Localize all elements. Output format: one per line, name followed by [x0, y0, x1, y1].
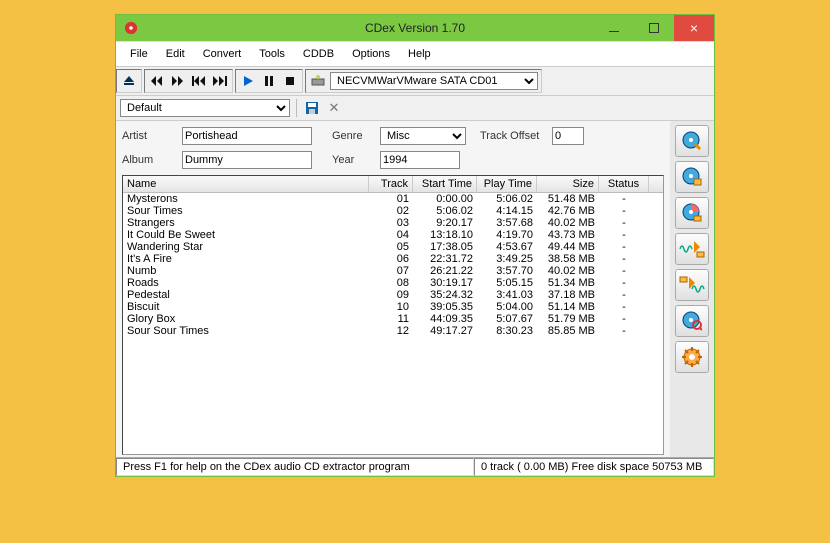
skip-forward-button[interactable] [211, 72, 229, 90]
track-row[interactable]: Sour Times025:06.024:14.1542.76 MB- [123, 205, 663, 217]
fast-forward-button[interactable] [169, 72, 187, 90]
rewind-button[interactable] [148, 72, 166, 90]
track-row[interactable]: Wandering Star0517:38.054:53.6749.44 MB- [123, 241, 663, 253]
close-button[interactable]: × [674, 15, 714, 41]
settings-button[interactable] [675, 341, 709, 373]
artist-field[interactable] [182, 127, 312, 145]
track-row[interactable]: Mysterons010:00.005:06.0251.48 MB- [123, 193, 663, 205]
convert-mp3-wav-button[interactable] [675, 269, 709, 301]
stop-button[interactable] [281, 72, 299, 90]
col-start[interactable]: Start Time [413, 176, 477, 192]
status-info: 0 track ( 0.00 MB) Free disk space 50753… [474, 458, 714, 476]
offset-field[interactable] [552, 127, 584, 145]
track-row[interactable]: Biscuit1039:05.355:04.0051.14 MB- [123, 301, 663, 313]
offset-label: Track Offset [480, 130, 552, 142]
year-field[interactable] [380, 151, 460, 169]
track-row[interactable]: Strangers039:20.173:57.6840.02 MB- [123, 217, 663, 229]
col-play[interactable]: Play Time [477, 176, 537, 192]
drive-select[interactable]: NECVMWarVMware SATA CD01 [330, 72, 538, 90]
skip-back-button[interactable] [190, 72, 208, 90]
menu-convert[interactable]: Convert [195, 46, 250, 62]
profile-select[interactable]: Default [120, 99, 290, 117]
col-track[interactable]: Track [369, 176, 413, 192]
extract-tracks-button[interactable] [675, 125, 709, 157]
configure-drive-button[interactable] [309, 72, 327, 90]
track-row[interactable]: It's A Fire0622:31.723:49.2538.58 MB- [123, 253, 663, 265]
status-help: Press F1 for help on the CDex audio CD e… [116, 458, 474, 476]
artist-label: Artist [122, 130, 182, 142]
content-panel: Artist Genre Misc Track Offset Album Yea… [116, 121, 670, 457]
extract-partial-button[interactable] [675, 197, 709, 229]
track-row[interactable]: Glory Box1144:09.355:07.6751.79 MB- [123, 313, 663, 325]
menubar: File Edit Convert Tools CDDB Options Hel… [116, 41, 714, 66]
album-field[interactable] [182, 151, 312, 169]
action-sidebar [670, 121, 714, 457]
extract-compressed-button[interactable] [675, 161, 709, 193]
menu-options[interactable]: Options [344, 46, 398, 62]
col-status[interactable]: Status [599, 176, 649, 192]
menu-cddb[interactable]: CDDB [295, 46, 342, 62]
eject-button[interactable] [120, 72, 138, 90]
track-list-header[interactable]: Name Track Start Time Play Time Size Sta… [123, 176, 663, 193]
album-label: Album [122, 154, 182, 166]
maximize-button[interactable] [634, 15, 674, 41]
menu-file[interactable]: File [122, 46, 156, 62]
titlebar: CDex Version 1.70 × [116, 15, 714, 41]
col-name[interactable]: Name [123, 176, 369, 192]
menu-tools[interactable]: Tools [251, 46, 293, 62]
save-profile-button[interactable] [303, 99, 321, 117]
col-size[interactable]: Size [537, 176, 599, 192]
pause-button[interactable] [260, 72, 278, 90]
cddb-query-button[interactable] [675, 305, 709, 337]
track-row[interactable]: Numb0726:21.223:57.7040.02 MB- [123, 265, 663, 277]
play-button[interactable] [239, 72, 257, 90]
track-row[interactable]: It Could Be Sweet0413:18.104:19.7043.73 … [123, 229, 663, 241]
genre-label: Genre [332, 130, 380, 142]
track-row[interactable]: Sour Sour Times1249:17.278:30.2385.85 MB… [123, 325, 663, 337]
profile-toolbar: Default ✕ [116, 96, 714, 121]
app-icon [124, 21, 138, 35]
minimize-button[interactable] [594, 15, 634, 41]
convert-wav-mp3-button[interactable] [675, 233, 709, 265]
track-row[interactable]: Roads0830:19.175:05.1551.34 MB- [123, 277, 663, 289]
genre-select[interactable]: Misc [380, 127, 466, 145]
menu-edit[interactable]: Edit [158, 46, 193, 62]
delete-profile-button[interactable]: ✕ [325, 99, 343, 117]
track-list[interactable]: Name Track Start Time Play Time Size Sta… [122, 175, 664, 455]
year-label: Year [332, 154, 380, 166]
app-window: CDex Version 1.70 × File Edit Convert To… [115, 14, 715, 477]
track-row[interactable]: Pedestal0935:24.323:41.0337.18 MB- [123, 289, 663, 301]
player-toolbar: NECVMWarVMware SATA CD01 [116, 66, 714, 96]
menu-help[interactable]: Help [400, 46, 439, 62]
status-bar: Press F1 for help on the CDex audio CD e… [116, 457, 714, 476]
